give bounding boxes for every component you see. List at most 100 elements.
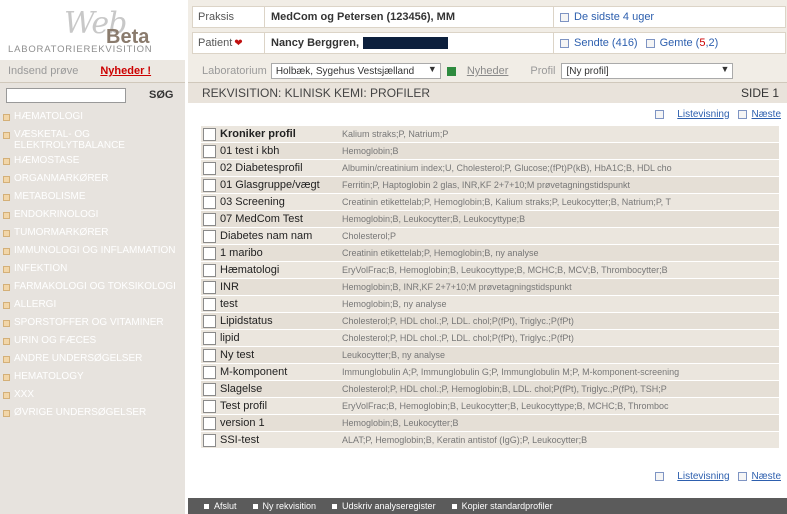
profile-name[interactable]: version 1 bbox=[216, 417, 342, 429]
profile-checkbox[interactable] bbox=[203, 263, 216, 277]
profile-analyses: ALAT;P, Hemoglobin;B, Keratin antistof (… bbox=[342, 435, 588, 445]
next-link[interactable]: Næste bbox=[752, 471, 781, 482]
sidebar-item-label: INFEKTION bbox=[14, 263, 68, 274]
search-row: SØG bbox=[0, 83, 185, 107]
profile-name[interactable]: Kroniker profil bbox=[216, 128, 342, 140]
profile-checkbox[interactable] bbox=[203, 178, 216, 192]
lab-news-link[interactable]: Nyheder bbox=[467, 65, 509, 77]
new-requisition-label: Ny rekvisition bbox=[262, 501, 317, 511]
profile-row: Hæmatologi EryVolFrac;B, Hemoglobin;B, Le… bbox=[201, 262, 779, 278]
profile-name[interactable]: test bbox=[216, 298, 342, 310]
sidebar-item-label: HEMATOLOGY bbox=[14, 371, 84, 382]
sidebar-item[interactable]: METABOLISME bbox=[0, 189, 185, 207]
next-icon bbox=[737, 109, 747, 119]
profile-name[interactable]: Slagelse bbox=[216, 383, 342, 395]
sidebar-item[interactable]: XXX bbox=[0, 387, 185, 405]
profile-analyses: Hemoglobin;B bbox=[342, 146, 399, 156]
profile-analyses: Albumin/creatinium index;U, Cholesterol;… bbox=[342, 163, 672, 173]
profile-checkbox[interactable] bbox=[203, 161, 216, 175]
profile-checkbox[interactable] bbox=[203, 331, 216, 345]
search-input[interactable] bbox=[6, 87, 126, 103]
profile-checkbox[interactable] bbox=[203, 399, 216, 413]
sidebar-item[interactable]: ENDOKRINOLOGI bbox=[0, 207, 185, 225]
new-requisition-button[interactable]: Ny rekvisition bbox=[252, 501, 317, 511]
calendar-icon bbox=[560, 12, 569, 22]
profile-name[interactable]: Lipidstatus bbox=[216, 315, 342, 327]
sidebar-item[interactable]: IMMUNOLOGI OG INFLAMMATION bbox=[0, 243, 185, 261]
profile-name[interactable]: 02 Diabetesprofil bbox=[216, 162, 342, 174]
profile-checkbox[interactable] bbox=[203, 246, 216, 260]
profile-checkbox[interactable] bbox=[203, 348, 216, 362]
profile-checkbox[interactable] bbox=[203, 433, 216, 447]
profile-checkbox[interactable] bbox=[203, 314, 216, 328]
profile-checkbox[interactable] bbox=[203, 280, 216, 294]
sidebar-item[interactable]: FARMAKOLOGI OG TOKSIKOLOGI bbox=[0, 279, 185, 297]
arrow-icon bbox=[3, 302, 10, 309]
profile-row: Test profil EryVolFrac;B, Hemoglobin;B, L… bbox=[201, 398, 779, 414]
search-button[interactable]: SØG bbox=[149, 89, 173, 101]
arrow-icon bbox=[3, 284, 10, 291]
profile-checkbox[interactable] bbox=[203, 127, 216, 141]
saved-link[interactable]: Gemte (5,2) bbox=[660, 37, 719, 49]
next-link[interactable]: Næste bbox=[752, 109, 781, 120]
sidebar-top: Indsend prøve Nyheder ! bbox=[0, 60, 185, 83]
send-sample-link[interactable]: Indsend prøve bbox=[8, 65, 78, 77]
sidebar-item-label: ALLERGI bbox=[14, 299, 57, 310]
profile-name[interactable]: Test profil bbox=[216, 400, 342, 412]
profile-name[interactable]: lipid bbox=[216, 332, 342, 344]
period-link-label: De sidste 4 uger bbox=[574, 11, 655, 23]
profile-name[interactable]: SSI-test bbox=[216, 434, 342, 446]
profile-name[interactable]: 03 Screening bbox=[216, 196, 342, 208]
arrow-icon bbox=[3, 392, 10, 399]
profile-checkbox[interactable] bbox=[203, 229, 216, 243]
profile-checkbox[interactable] bbox=[203, 144, 216, 158]
profile-checkbox[interactable] bbox=[203, 212, 216, 226]
sent-link[interactable]: Sendte (416) bbox=[574, 37, 638, 49]
list-view-link[interactable]: Listevisning bbox=[677, 109, 729, 120]
profile-checkbox[interactable] bbox=[203, 297, 216, 311]
profile-name[interactable]: 01 test i kbh bbox=[216, 145, 342, 157]
lab-select[interactable]: Holbæk, Sygehus Vestsjælland ▼ bbox=[270, 63, 441, 79]
arrow-icon bbox=[3, 132, 10, 139]
profile-name[interactable]: 07 MedCom Test bbox=[216, 213, 342, 225]
patient-label: Patient bbox=[198, 37, 233, 49]
profile-name[interactable]: M-komponent bbox=[216, 366, 342, 378]
period-link[interactable]: De sidste 4 uger bbox=[553, 6, 786, 28]
sidebar-item[interactable]: HÆMOSTASE bbox=[0, 153, 185, 171]
profile-checkbox[interactable] bbox=[203, 416, 216, 430]
sidebar-item[interactable]: ANDRE UNDERSØGELSER bbox=[0, 351, 185, 369]
sidebar-item[interactable]: ORGANMARKØRER bbox=[0, 171, 185, 189]
sidebar-item[interactable]: ØVRIGE UNDERSØGELSER bbox=[0, 405, 185, 423]
profile-name[interactable]: Diabetes nam nam bbox=[216, 230, 342, 242]
patient-label-cell[interactable]: Patient ❤ bbox=[192, 32, 267, 54]
arrow-icon bbox=[3, 212, 10, 219]
profile-checkbox[interactable] bbox=[203, 365, 216, 379]
top-nav-links: Listevisning Næste bbox=[655, 106, 781, 122]
sidebar-item-label: ANDRE UNDERSØGELSER bbox=[14, 353, 143, 364]
profile-checkbox[interactable] bbox=[203, 195, 216, 209]
quit-button[interactable]: Afslut bbox=[204, 501, 237, 511]
sidebar-item[interactable]: HÆMATOLOGI bbox=[0, 109, 185, 127]
profile-analyses: Hemoglobin;B, Leukocytter;B bbox=[342, 418, 459, 428]
profile-name[interactable]: 01 Glasgruppe/vægt bbox=[216, 179, 342, 191]
copy-profiles-button[interactable]: Kopier standardprofiler bbox=[451, 501, 553, 511]
profile-name[interactable]: Hæmatologi bbox=[216, 264, 342, 276]
profile-name[interactable]: 1 maribo bbox=[216, 247, 342, 259]
sidebar-item[interactable]: SPORSTOFFER OG VITAMINER bbox=[0, 315, 185, 333]
print-register-button[interactable]: Udskriv analyseregister bbox=[332, 501, 436, 511]
sidebar-item[interactable]: TUMORMARKØRER bbox=[0, 225, 185, 243]
saved-label: Gemte ( bbox=[659, 37, 700, 49]
sidebar-item[interactable]: ALLERGI bbox=[0, 297, 185, 315]
news-link[interactable]: Nyheder ! bbox=[100, 65, 151, 77]
list-view-link[interactable]: Listevisning bbox=[677, 471, 729, 482]
profile-checkbox[interactable] bbox=[203, 382, 216, 396]
sidebar-item[interactable]: INFEKTION bbox=[0, 261, 185, 279]
profile-name[interactable]: Ny test bbox=[216, 349, 342, 361]
sidebar-item[interactable]: URIN OG FÆCES bbox=[0, 333, 185, 351]
profiles-table: Kroniker profil Kalium straks;P, Natrium;… bbox=[201, 126, 779, 449]
profile-name[interactable]: INR bbox=[216, 281, 342, 293]
sidebar-item[interactable]: VÆSKETAL- OG ELEKTROLYTBALANCE bbox=[0, 127, 185, 153]
sidebar: Indsend prøve Nyheder ! SØG HÆMATOLOGI VÆ… bbox=[0, 60, 185, 514]
sidebar-item[interactable]: HEMATOLOGY bbox=[0, 369, 185, 387]
profile-select[interactable]: [Ny profil] ▼ bbox=[561, 63, 734, 79]
